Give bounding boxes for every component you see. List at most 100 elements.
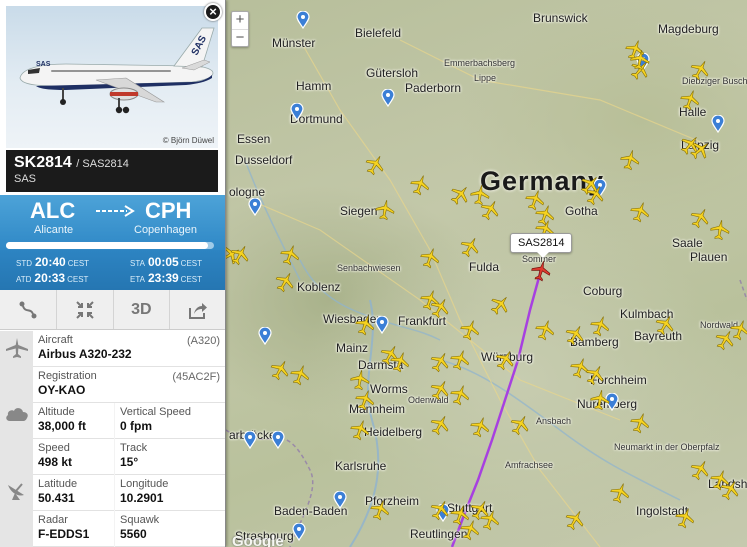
airport-marker-icon[interactable] xyxy=(243,431,257,449)
flight-progress-bar xyxy=(6,242,214,249)
aircraft-icon[interactable] xyxy=(509,414,531,436)
aircraft-icon[interactable] xyxy=(629,412,651,434)
airport-marker-icon[interactable] xyxy=(296,11,310,29)
aircraft-icon[interactable] xyxy=(229,244,251,266)
aircraft-icon[interactable] xyxy=(469,416,491,438)
weather-cloud-icon xyxy=(6,408,28,421)
aircraft-icon[interactable] xyxy=(459,319,481,341)
aircraft-icon[interactable] xyxy=(479,199,501,221)
sta-tz: CEST xyxy=(180,259,203,268)
aircraft-icon[interactable] xyxy=(584,364,606,386)
aircraft-icon[interactable] xyxy=(494,349,516,371)
aircraft-icon[interactable] xyxy=(564,324,586,346)
vertical-speed-value: 0 fpm xyxy=(120,419,153,433)
aircraft-icon[interactable] xyxy=(429,499,451,521)
aircraft-icon[interactable] xyxy=(564,509,586,531)
aircraft-icon[interactable] xyxy=(364,154,386,176)
aircraft-icon[interactable] xyxy=(489,294,511,316)
aircraft-icon[interactable] xyxy=(674,507,696,529)
selected-flight-callout[interactable]: SAS2814 xyxy=(510,233,573,258)
flight-progress-fill xyxy=(6,242,208,249)
place-label: Lippe xyxy=(474,73,497,83)
aircraft-icon[interactable] xyxy=(269,359,291,381)
flight-details: Aircraft Airbus A320-232 (A320) Registra… xyxy=(0,331,225,547)
aircraft-icon[interactable] xyxy=(579,174,601,196)
aircraft-icon[interactable] xyxy=(354,314,376,336)
aircraft-type-code: (A320) xyxy=(186,335,220,347)
destination-code[interactable]: CPH xyxy=(145,198,191,224)
aircraft-icon[interactable] xyxy=(524,189,546,211)
aircraft-icon[interactable] xyxy=(719,479,741,501)
zoom-out-button[interactable]: − xyxy=(232,29,248,46)
view-3d-button[interactable]: 3D xyxy=(114,290,171,329)
aircraft-icon[interactable] xyxy=(349,419,371,441)
aircraft-icon[interactable] xyxy=(609,482,631,504)
aircraft-icon[interactable] xyxy=(629,201,651,223)
airport-marker-icon[interactable] xyxy=(381,89,395,107)
aircraft-photo[interactable]: SAS SAS © Björn Düwel xyxy=(6,6,218,148)
std-tz: CEST xyxy=(67,259,90,268)
aircraft-icon[interactable] xyxy=(534,319,556,341)
airport-marker-icon[interactable] xyxy=(258,327,272,345)
fit-view-button[interactable] xyxy=(57,290,114,329)
track-cell: Track 15° xyxy=(115,439,225,475)
airport-marker-icon[interactable] xyxy=(375,316,389,334)
aircraft-icon[interactable] xyxy=(689,207,711,229)
eta-time: 23:39 xyxy=(147,271,179,285)
aircraft-icon[interactable] xyxy=(589,315,611,337)
close-panel-button[interactable]: × xyxy=(204,3,222,21)
squawk-label: Squawk xyxy=(120,514,160,526)
aircraft-icon[interactable] xyxy=(369,499,391,521)
aircraft-icon[interactable] xyxy=(274,271,296,293)
aircraft-icon[interactable] xyxy=(654,314,676,336)
aircraft-icon[interactable] xyxy=(419,247,441,269)
aircraft-icon[interactable] xyxy=(429,379,451,401)
flight-number: SK2814 xyxy=(14,154,72,171)
selected-aircraft-icon[interactable] xyxy=(530,260,552,282)
aircraft-icon[interactable] xyxy=(619,149,641,171)
aircraft-icon[interactable] xyxy=(429,351,451,373)
aircraft-icon[interactable] xyxy=(689,459,711,481)
aircraft-icon[interactable] xyxy=(449,184,471,206)
latitude-label: Latitude xyxy=(38,478,78,490)
altitude-cell: Altitude 38,000 ft xyxy=(33,403,114,439)
city-label: Gotha xyxy=(565,204,598,218)
aircraft-icon[interactable] xyxy=(589,389,611,411)
airport-marker-icon[interactable] xyxy=(290,103,304,121)
aircraft-icon[interactable] xyxy=(459,519,481,541)
origin-code[interactable]: ALC xyxy=(30,198,75,224)
show-route-button[interactable] xyxy=(0,290,57,329)
aircraft-icon[interactable] xyxy=(689,139,711,161)
airport-marker-icon[interactable] xyxy=(248,198,262,216)
aircraft-icon[interactable] xyxy=(479,509,501,531)
aircraft-icon[interactable] xyxy=(449,384,471,406)
aircraft-icon[interactable] xyxy=(389,351,411,373)
aircraft-cell: Aircraft Airbus A320-232 (A320) xyxy=(33,331,225,367)
aircraft-icon[interactable] xyxy=(429,297,451,319)
aircraft-icon[interactable] xyxy=(279,244,301,266)
aircraft-icon[interactable] xyxy=(349,369,371,391)
airport-marker-icon[interactable] xyxy=(292,523,306,541)
google-attribution[interactable]: Google xyxy=(232,533,284,547)
aircraft-icon[interactable] xyxy=(429,414,451,436)
aircraft-icon[interactable] xyxy=(709,219,731,241)
aircraft-icon[interactable] xyxy=(289,364,311,386)
aircraft-icon[interactable] xyxy=(689,59,711,81)
aircraft-icon[interactable] xyxy=(729,319,747,341)
city-label: Karlsruhe xyxy=(335,459,387,473)
aircraft-icon[interactable] xyxy=(409,174,431,196)
aircraft-icon[interactable] xyxy=(354,389,376,411)
airport-marker-icon[interactable] xyxy=(711,115,725,133)
airport-marker-icon[interactable] xyxy=(271,431,285,449)
aircraft-icon[interactable] xyxy=(679,89,701,111)
share-button[interactable] xyxy=(170,290,225,329)
zoom-in-button[interactable]: + xyxy=(232,12,248,29)
aircraft-icon[interactable] xyxy=(449,349,471,371)
flight-id-bar: SK2814 / SAS2814 SAS xyxy=(6,150,218,192)
aircraft-icon[interactable] xyxy=(629,49,651,71)
aircraft-icon[interactable] xyxy=(459,236,481,258)
place-label: Senbachwiesen xyxy=(337,263,401,273)
aircraft-icon[interactable] xyxy=(374,199,396,221)
airport-marker-icon[interactable] xyxy=(333,491,347,509)
city-label: Fulda xyxy=(469,260,500,274)
